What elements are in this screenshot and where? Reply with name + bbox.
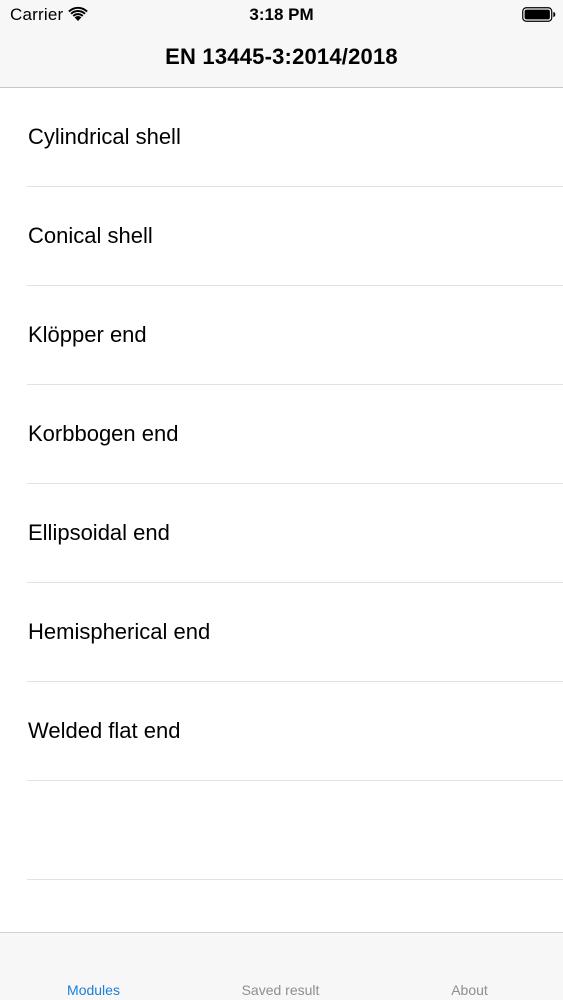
- tab-saved-result[interactable]: Saved result: [187, 933, 374, 1000]
- list-item-label: Cylindrical shell: [28, 124, 181, 149]
- module-list: Cylindrical shell Conical shell Klöpper …: [0, 88, 563, 880]
- battery-icon: [522, 7, 556, 22]
- status-time: 3:18 PM: [249, 5, 314, 24]
- list-item-welded-flat-end[interactable]: Welded flat end: [0, 682, 563, 781]
- list-item-label: Korbbogen end: [28, 421, 179, 446]
- tab-bar: Modules Saved result About: [0, 932, 563, 1000]
- list-item-hemispherical-end[interactable]: Hemispherical end: [0, 583, 563, 682]
- list-item-label: Klöpper end: [28, 322, 147, 347]
- list-item-label: Ellipsoidal end: [28, 520, 170, 545]
- list-item-korbbogen-end[interactable]: Korbbogen end: [0, 385, 563, 484]
- app-screen: Carrier 3:18 PM EN 13445-3:2014/2018 Cyl…: [0, 0, 563, 1000]
- list-item-empty: [0, 781, 563, 880]
- list-item-cylindrical-shell[interactable]: Cylindrical shell: [0, 88, 563, 187]
- list-item-label: Hemispherical end: [28, 619, 211, 644]
- list-item-klopper-end[interactable]: Klöpper end: [0, 286, 563, 385]
- list-item-label: Conical shell: [28, 223, 153, 248]
- list-item-label: Welded flat end: [28, 718, 181, 743]
- status-bar: Carrier 3:18 PM: [0, 0, 563, 30]
- list-item-conical-shell[interactable]: Conical shell: [0, 187, 563, 286]
- tab-label: Modules: [67, 982, 120, 998]
- list-item-ellipsoidal-end[interactable]: Ellipsoidal end: [0, 484, 563, 583]
- tab-about[interactable]: About: [376, 933, 563, 1000]
- tab-label: About: [451, 982, 488, 998]
- tab-modules[interactable]: Modules: [0, 933, 187, 1000]
- top-chrome: Carrier 3:18 PM EN 13445-3:2014/2018: [0, 0, 563, 88]
- tab-label: Saved result: [241, 982, 320, 998]
- row-separator: [27, 879, 563, 880]
- nav-title: EN 13445-3:2014/2018: [165, 44, 398, 69]
